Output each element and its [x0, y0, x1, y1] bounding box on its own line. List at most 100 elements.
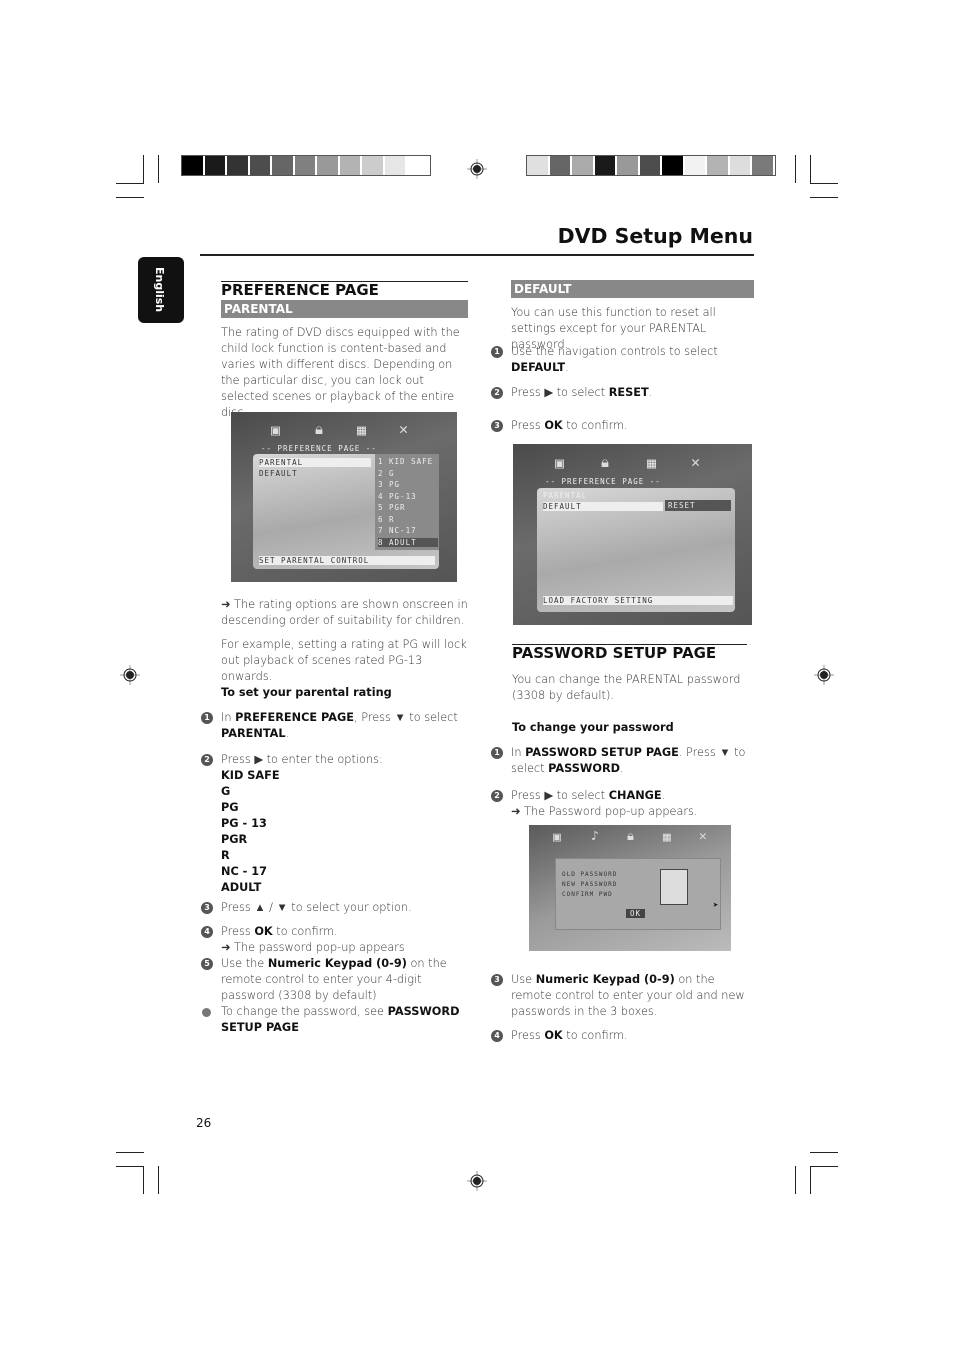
screen-menu-default: DEFAULT	[543, 502, 663, 511]
color-swatch	[729, 156, 752, 175]
step-text: Use Numeric Keypad (0-9) on the remote c…	[511, 972, 751, 1020]
registration-mark-icon	[120, 665, 140, 685]
step-keyword: PGR	[221, 833, 248, 846]
step-text-segment: .	[565, 361, 569, 374]
color-calibration-bar-right	[526, 155, 776, 176]
color-swatch	[527, 156, 550, 175]
popup-field-label: CONFIRM PWD	[562, 891, 613, 898]
header-rule	[200, 254, 754, 256]
password-input-boxes[interactable]	[660, 869, 688, 905]
step-text-segment: Press ▶ to select	[511, 789, 609, 802]
step-keyword: RESET	[608, 386, 649, 399]
step-keyword: OK	[254, 925, 273, 938]
crop-mark	[810, 1152, 838, 1153]
step-text-segment: , Press ▼ to select	[354, 711, 458, 724]
password-popup-image: ▣ ♪ 🔒︎ ▦ ✕ OLD PASSWORD NEW PASSWORD CONFI…	[529, 825, 731, 951]
step-number-icon: 1	[491, 747, 503, 759]
step-text-segment: Press ▶ to select	[511, 386, 609, 399]
language-tab-label: English	[153, 267, 166, 313]
color-swatch	[384, 156, 407, 175]
step-keyword: DEFAULT	[511, 361, 566, 374]
step-text-segment: Press ▲ / ▼ to select your option.	[221, 901, 412, 914]
step-number-icon: 5	[201, 958, 213, 970]
picture-icon: ▣	[271, 421, 281, 439]
screen-menu-parental: PARENTAL	[543, 491, 588, 500]
audio-icon: ♪	[591, 829, 599, 844]
step-text: Press ▶ to select RESET.	[511, 385, 751, 401]
crop-mark	[810, 1166, 811, 1194]
step-keyword: Numeric Keypad (0-9)	[267, 957, 407, 970]
screen-menu-parental: PARENTAL	[259, 458, 371, 467]
step-text-segment: to confirm.	[272, 925, 338, 938]
lock-icon: 🔒︎	[601, 453, 609, 471]
step-text-segment: .	[285, 727, 290, 740]
color-swatch	[617, 156, 640, 175]
screen-rating-option: 1 KID SAFE	[378, 457, 434, 466]
step-keyword: PG	[221, 801, 239, 814]
default-subheading: DEFAULT	[511, 280, 754, 298]
password-popup: OLD PASSWORD NEW PASSWORD CONFIRM PWD OK	[555, 858, 721, 930]
step-number-icon: 2	[491, 387, 503, 399]
crop-mark	[810, 183, 838, 184]
step-text-segment: Use the navigation controls to select	[511, 345, 718, 358]
display-icon: ▦	[357, 421, 367, 439]
step-keyword: OK	[544, 419, 563, 432]
lock-icon: 🔒︎	[315, 420, 323, 438]
step-number-icon: 2	[201, 754, 213, 766]
rating-example: For example, setting a rating at PG will…	[221, 638, 467, 683]
registration-mark-icon	[467, 159, 487, 179]
step-text: To change the password, see PASSWORD SET…	[221, 1004, 466, 1036]
color-swatch	[407, 156, 430, 175]
step-text-segment: Press	[221, 925, 255, 938]
parental-intro: The rating of DVD discs equipped with th…	[221, 326, 460, 419]
step-item: 3 Press OK to confirm.	[491, 418, 751, 434]
screen-rating-option: 6 R	[378, 514, 395, 524]
display-icon: ▦	[663, 830, 671, 845]
step-text: In PASSWORD SETUP PAGE. Press ▼ to selec…	[511, 745, 751, 777]
step-item: 3 Use Numeric Keypad (0-9) on the remote …	[491, 972, 751, 1020]
screen-footer: LOAD FACTORY SETTING	[543, 596, 733, 605]
step-keyword: Numeric Keypad (0-9)	[535, 973, 675, 986]
close-icon: ✕	[399, 420, 409, 438]
step-keyword: PARENTAL	[221, 727, 286, 740]
step-text-segment: ➜ The password pop-up appears	[221, 941, 405, 954]
screen-footer: SET PARENTAL CONTROL	[259, 556, 435, 565]
step-text: Press ▶ to enter the options: KID SAFE G PG…	[221, 752, 466, 896]
step-text: In PREFERENCE PAGE, Press ▼ to select PA…	[221, 710, 466, 742]
step-keyword: G	[221, 785, 231, 798]
step-text: Press OK to confirm.	[511, 418, 751, 434]
step-text-segment: In	[511, 746, 526, 759]
step-item: 4 Press OK to confirm.	[491, 1028, 751, 1044]
step-number-icon: 4	[201, 926, 213, 938]
step-item: 2 Press ▶ to enter the options: KID SAFE G P…	[201, 752, 466, 896]
preference-page-title: PREFERENCE PAGE	[221, 281, 468, 299]
screen-panel: PARENTAL DEFAULT RESET LOAD FACTORY SETT…	[537, 488, 735, 612]
password-procedure-title: To change your password	[512, 721, 674, 734]
step-text: Press ▶ to select CHANGE. ➜ The Password …	[511, 788, 751, 820]
step-keyword: PG - 13	[221, 817, 267, 830]
screen-rating-option: 7 NC-17	[378, 526, 417, 535]
step-keyword: NC - 17	[221, 865, 268, 878]
color-swatch	[294, 156, 317, 175]
step-item: 1 In PASSWORD SETUP PAGE. Press ▼ to sele…	[491, 745, 751, 777]
color-swatch	[182, 156, 205, 175]
color-swatch	[684, 156, 707, 175]
registration-mark-icon	[467, 1171, 487, 1191]
color-swatch	[572, 156, 595, 175]
step-number-icon	[202, 1008, 211, 1017]
popup-ok-button[interactable]: OK	[626, 909, 646, 918]
screen-rating-option: 8 ADULT	[378, 537, 438, 547]
step-keyword: ADULT	[221, 881, 262, 894]
popup-field-label: NEW PASSWORD	[562, 881, 618, 888]
crop-mark	[795, 1166, 796, 1194]
screen-header: -- PREFERENCE PAGE --	[261, 444, 377, 453]
crop-mark	[143, 155, 144, 183]
step-keyword: PASSWORD SETUP PAGE	[525, 746, 679, 759]
password-setup-title: PASSWORD SETUP PAGE	[512, 644, 747, 662]
step-text-segment: .	[648, 386, 653, 399]
step-keyword: CHANGE	[608, 789, 662, 802]
color-swatch	[362, 156, 385, 175]
color-swatch	[339, 156, 362, 175]
step-text-segment: .	[620, 762, 624, 775]
step-number-icon: 2	[491, 790, 503, 802]
